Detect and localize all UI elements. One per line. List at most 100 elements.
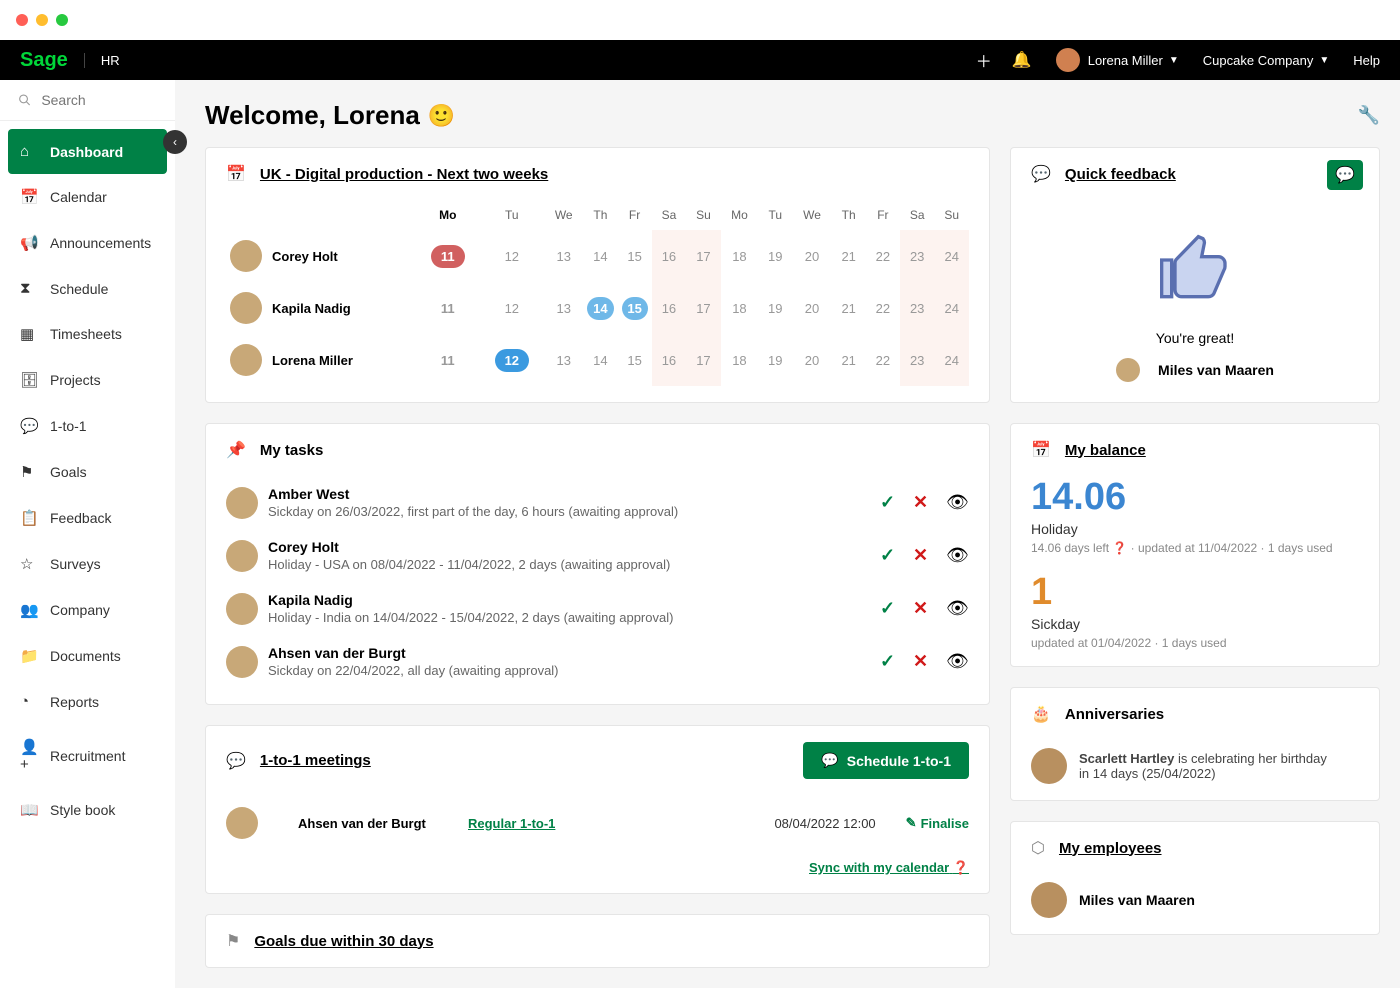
mac-close[interactable]	[16, 14, 28, 26]
schedule-cell[interactable]: 15	[618, 282, 652, 334]
sidebar-item-company[interactable]: 👥Company	[8, 587, 167, 633]
schedule-cell[interactable]: 22	[866, 230, 900, 282]
schedule-cell[interactable]: 16	[652, 334, 687, 386]
meeting-link[interactable]: Regular 1-to-1	[468, 816, 555, 831]
calendar-icon: 📅	[20, 188, 40, 206]
company-menu[interactable]: Cupcake Company ▼	[1203, 53, 1329, 68]
schedule-title[interactable]: UK - Digital production - Next two weeks	[260, 166, 548, 183]
reject-icon[interactable]: ✕	[913, 651, 928, 672]
sidebar-item-calendar[interactable]: 📅Calendar	[8, 174, 167, 220]
sync-calendar-link[interactable]: Sync with my calendar ❓	[809, 860, 969, 875]
schedule-cell[interactable]: 14	[583, 230, 617, 282]
sidebar-item-feedback[interactable]: 📋Feedback	[8, 495, 167, 541]
view-icon[interactable]: 👁	[946, 598, 969, 619]
avatar	[1116, 358, 1140, 382]
schedule-cell[interactable]: 11	[416, 230, 480, 282]
notifications-icon[interactable]: 🔔	[1012, 50, 1032, 70]
approve-icon[interactable]: ✓	[880, 492, 895, 513]
schedule-cell[interactable]: 11	[416, 282, 480, 334]
schedule-cell[interactable]: 24	[934, 230, 969, 282]
schedule-cell[interactable]: 20	[792, 230, 831, 282]
give-feedback-button[interactable]: 💬	[1327, 160, 1363, 190]
schedule-cell[interactable]: 14	[583, 282, 617, 334]
schedule-cell[interactable]: 17	[686, 334, 721, 386]
sidebar-item-schedule[interactable]: ⧗Schedule	[8, 266, 167, 311]
schedule-cell[interactable]: 13	[544, 230, 583, 282]
approve-icon[interactable]: ✓	[880, 598, 895, 619]
sidebar-item-surveys[interactable]: ☆Surveys	[8, 541, 167, 587]
mac-maximize[interactable]	[56, 14, 68, 26]
schedule-cell[interactable]: 13	[544, 282, 583, 334]
schedule-cell[interactable]: 17	[686, 230, 721, 282]
schedule-cell[interactable]: 12	[480, 334, 545, 386]
mac-minimize[interactable]	[36, 14, 48, 26]
sidebar-item-dashboard[interactable]: ⌂Dashboard	[8, 129, 167, 174]
approve-icon[interactable]: ✓	[880, 545, 895, 566]
sidebar-item-goals[interactable]: ⚑Goals	[8, 449, 167, 495]
schedule-cell[interactable]: 21	[832, 230, 866, 282]
search-input[interactable]	[41, 92, 157, 108]
meetings-title[interactable]: 1-to-1 meetings	[260, 752, 371, 769]
collapse-sidebar-button[interactable]: ‹	[163, 130, 187, 154]
flag-icon: ⚑	[226, 931, 240, 951]
schedule-cell[interactable]: 23	[900, 282, 935, 334]
schedule-cell[interactable]: 14	[583, 334, 617, 386]
schedule-cell[interactable]: 22	[866, 334, 900, 386]
sage-logo: Sage	[20, 49, 68, 72]
add-icon[interactable]: ＋	[976, 48, 992, 72]
schedule-cell[interactable]: 23	[900, 334, 935, 386]
schedule-cell[interactable]: 15	[618, 230, 652, 282]
schedule-cell[interactable]: 21	[832, 282, 866, 334]
schedule-cell[interactable]: 16	[652, 282, 687, 334]
view-icon[interactable]: 👁	[946, 545, 969, 566]
schedule-cell[interactable]: 20	[792, 334, 831, 386]
schedule-cell[interactable]: 18	[721, 282, 759, 334]
schedule-cell[interactable]: 15	[618, 334, 652, 386]
feedback-title[interactable]: Quick feedback	[1065, 166, 1176, 183]
schedule-cell[interactable]: 20	[792, 282, 831, 334]
schedule-cell[interactable]: 19	[758, 282, 792, 334]
finalise-button[interactable]: ✎ Finalise	[906, 815, 969, 831]
schedule-meeting-button[interactable]: 💬 Schedule 1-to-1	[803, 742, 969, 779]
schedule-cell[interactable]: 19	[758, 230, 792, 282]
schedule-cell[interactable]: 12	[480, 282, 545, 334]
task-row: Corey Holt Holiday - USA on 08/04/2022 -…	[226, 529, 969, 582]
approve-icon[interactable]: ✓	[880, 651, 895, 672]
balance-title[interactable]: My balance	[1065, 442, 1146, 459]
schedule-cell[interactable]: 24	[934, 334, 969, 386]
sidebar-item-announcements[interactable]: 📢Announcements	[8, 220, 167, 266]
schedule-cell[interactable]: 17	[686, 282, 721, 334]
view-icon[interactable]: 👁	[946, 492, 969, 513]
schedule-cell[interactable]: 21	[832, 334, 866, 386]
employees-title[interactable]: My employees	[1059, 840, 1162, 857]
day-header: Th	[832, 200, 866, 230]
meeting-person: Ahsen van der Burgt	[298, 816, 438, 831]
sidebar-item-projects[interactable]: 🗄Projects	[8, 357, 167, 403]
schedule-cell[interactable]: 18	[721, 230, 759, 282]
goals-title[interactable]: Goals due within 30 days	[254, 933, 433, 950]
sidebar-item-reports[interactable]: ◔Reports	[8, 679, 167, 724]
user-menu[interactable]: Lorena Miller ▼	[1056, 48, 1179, 72]
reject-icon[interactable]: ✕	[913, 545, 928, 566]
reject-icon[interactable]: ✕	[913, 598, 928, 619]
schedule-cell[interactable]: 23	[900, 230, 935, 282]
help-link[interactable]: Help	[1353, 53, 1380, 68]
sidebar-item-timesheets[interactable]: ▦Timesheets	[8, 311, 167, 357]
view-icon[interactable]: 👁	[946, 651, 969, 672]
schedule-cell[interactable]: 13	[544, 334, 583, 386]
anniversaries-card: 🎂 Anniversaries Scarlett Hartley is cele…	[1010, 687, 1380, 801]
schedule-cell[interactable]: 16	[652, 230, 687, 282]
sidebar-item-style-book[interactable]: 📖Style book	[8, 787, 167, 833]
schedule-cell[interactable]: 12	[480, 230, 545, 282]
schedule-cell[interactable]: 22	[866, 282, 900, 334]
schedule-cell[interactable]: 18	[721, 334, 759, 386]
sidebar-item-documents[interactable]: 📁Documents	[8, 633, 167, 679]
schedule-cell[interactable]: 11	[416, 334, 480, 386]
product-label: HR	[84, 53, 120, 68]
sidebar-item-recruitment[interactable]: 👤+Recruitment	[8, 724, 167, 787]
schedule-cell[interactable]: 24	[934, 282, 969, 334]
settings-icon[interactable]: 🔧	[1358, 105, 1380, 126]
reject-icon[interactable]: ✕	[913, 492, 928, 513]
sidebar-item-one-to-one[interactable]: 💬1-to-1	[8, 403, 167, 449]
schedule-cell[interactable]: 19	[758, 334, 792, 386]
